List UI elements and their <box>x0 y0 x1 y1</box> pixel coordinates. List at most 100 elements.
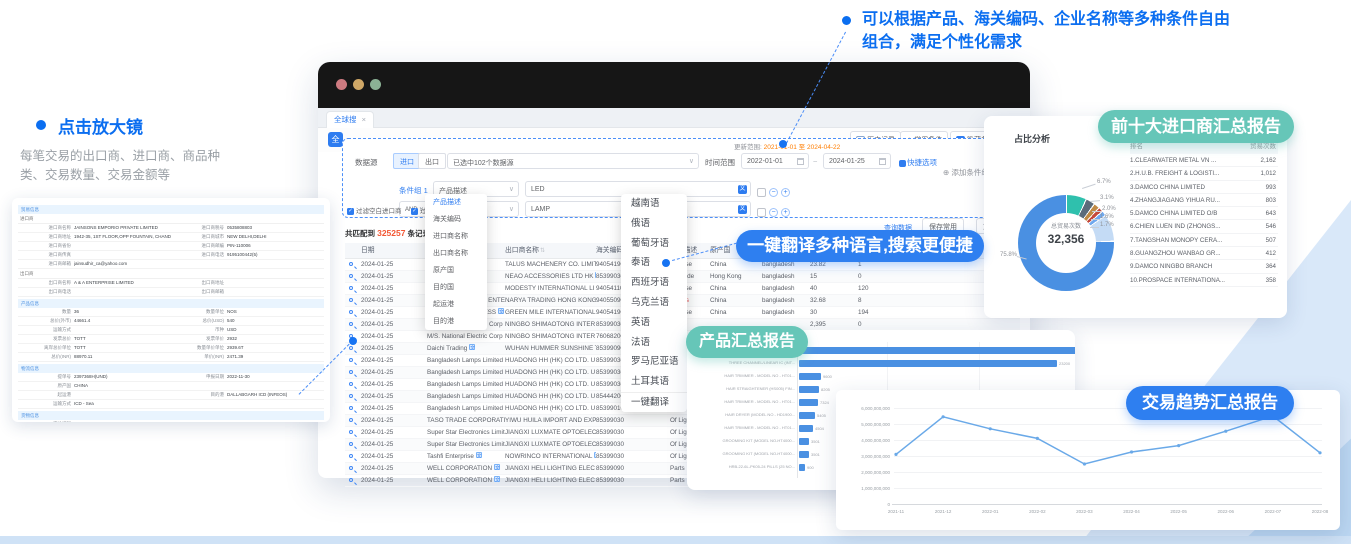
language-dropdown-item[interactable]: 罗马尼亚语 <box>621 352 687 372</box>
bar[interactable] <box>799 360 1057 367</box>
translate-icon[interactable]: 文 <box>494 464 500 470</box>
field-dropdown-item[interactable]: 出口商名称 <box>425 245 487 262</box>
magnifier-icon[interactable] <box>349 322 353 326</box>
magnifier-icon[interactable] <box>349 274 353 278</box>
row-magnifier-button[interactable] <box>345 463 361 474</box>
table-header-cell[interactable]: 出口商名称⇅ <box>505 243 596 258</box>
filter-empty-importer-checkbox[interactable]: ✓过滤空白进口商 <box>347 205 402 215</box>
date-from-input[interactable]: 2022-01-01 <box>741 153 809 169</box>
magnifier-icon[interactable] <box>349 370 353 374</box>
datasource-select[interactable]: 已选中102个数据源 ∨ <box>447 153 699 169</box>
translate-icon[interactable]: 文 <box>738 205 747 214</box>
export-toggle[interactable]: 出口 <box>418 153 446 169</box>
language-dropdown-item[interactable]: 泰语 <box>621 253 687 273</box>
quick-option-link[interactable]: 快捷选项 <box>899 157 937 168</box>
row-magnifier-button[interactable] <box>345 367 361 378</box>
translate-icon[interactable]: 文 <box>494 476 500 482</box>
magnifier-icon[interactable] <box>349 346 353 350</box>
date-to-input[interactable]: 2024-01-25 <box>823 153 891 169</box>
row-magnifier-button[interactable] <box>345 283 361 294</box>
remove-condition-icon[interactable]: − <box>769 188 778 197</box>
language-dropdown-item[interactable]: 法语 <box>621 333 687 353</box>
row-magnifier-button[interactable] <box>345 307 361 318</box>
tab-global-search[interactable]: 全球搜 × <box>326 111 374 128</box>
language-dropdown-item[interactable]: 乌克兰语 <box>621 293 687 313</box>
row-magnifier-button[interactable] <box>345 391 361 402</box>
language-dropdown-item[interactable]: 英语 <box>621 313 687 333</box>
translate-icon[interactable]: 文 <box>498 308 504 314</box>
rank-row[interactable]: 2.H.U.B. FREIGHT & LOGISTI...1,012 <box>1130 167 1278 180</box>
bar[interactable] <box>799 412 815 419</box>
field-dropdown-item[interactable]: 起运港 <box>425 296 487 313</box>
add-group-link[interactable]: ⊕ 添加条件组 <box>943 167 989 178</box>
field-dropdown-item[interactable]: 目的港 <box>425 313 487 330</box>
copy-icon[interactable] <box>757 208 766 217</box>
bar[interactable] <box>799 438 809 445</box>
field-dropdown-item[interactable]: 进口商名称 <box>425 228 487 245</box>
row-magnifier-button[interactable] <box>345 427 361 438</box>
language-dropdown-item[interactable]: 土耳其语 <box>621 372 687 392</box>
row-magnifier-button[interactable] <box>345 403 361 414</box>
magnifier-icon[interactable] <box>349 478 353 482</box>
translate-icon[interactable]: 文 <box>476 452 482 458</box>
magnifier-icon[interactable] <box>349 454 353 458</box>
language-dropdown-item[interactable]: 越南语 <box>621 194 687 214</box>
magnifier-icon[interactable] <box>349 394 353 398</box>
bar[interactable] <box>799 347 1075 354</box>
bar[interactable] <box>799 373 821 380</box>
row-magnifier-button[interactable] <box>345 379 361 390</box>
language-dropdown-item[interactable]: 俄语 <box>621 214 687 234</box>
row-magnifier-button[interactable] <box>345 271 361 282</box>
row-magnifier-button[interactable] <box>345 319 361 330</box>
rank-row[interactable]: 3.DAMCO CHINA LIMITED993 <box>1130 181 1278 194</box>
translate-icon[interactable]: 文 <box>469 344 475 350</box>
maximize-window-button[interactable] <box>370 79 381 90</box>
rank-row[interactable]: 7.TANGSHAN MONOPY CERA...507 <box>1130 234 1278 247</box>
bar[interactable] <box>799 451 809 458</box>
connector-detail-dot[interactable] <box>349 337 357 345</box>
bar[interactable] <box>799 464 805 471</box>
bar[interactable] <box>799 386 819 393</box>
rank-row[interactable]: 6.CHIEN LUEN IND (ZHONGS...546 <box>1130 220 1278 233</box>
rank-row[interactable]: 1.CLEARWATER METAL VN ...2,162 <box>1130 154 1278 167</box>
add-condition-icon[interactable]: + <box>781 208 790 217</box>
field-dropdown-item[interactable]: 海关编码 <box>425 211 487 228</box>
row-magnifier-button[interactable] <box>345 451 361 462</box>
row-magnifier-button[interactable] <box>345 295 361 306</box>
row-magnifier-button[interactable] <box>345 415 361 426</box>
magnifier-icon[interactable] <box>349 466 353 470</box>
language-dropdown-item[interactable]: 一键翻译 <box>621 392 687 412</box>
sort-icon[interactable]: ⇅ <box>540 248 545 254</box>
magnifier-icon[interactable] <box>349 406 353 410</box>
row-magnifier-button[interactable] <box>345 475 361 486</box>
bar[interactable] <box>799 399 818 406</box>
add-condition-icon[interactable]: + <box>781 188 790 197</box>
rank-row[interactable]: 4.ZHANGJIAGANG YIHUA RU...803 <box>1130 194 1278 207</box>
magnifier-icon[interactable] <box>349 298 353 302</box>
minimize-window-button[interactable] <box>353 79 364 90</box>
translate-icon[interactable]: 文 <box>738 185 747 194</box>
tab-close-icon[interactable]: × <box>362 115 366 124</box>
row-magnifier-button[interactable] <box>345 439 361 450</box>
magnifier-icon[interactable] <box>349 286 353 290</box>
import-toggle[interactable]: 进口 <box>393 153 421 169</box>
magnifier-icon[interactable] <box>349 442 353 446</box>
rank-row[interactable]: 8.GUANGZHOU WANBAO GR...412 <box>1130 247 1278 260</box>
magnifier-icon[interactable] <box>349 262 353 266</box>
field-dropdown-item[interactable]: 产品描述 <box>425 194 487 211</box>
table-header-cell[interactable]: 日期 <box>361 243 427 258</box>
rank-row[interactable]: 10.PROSPACE INTERNATIONA...358 <box>1130 274 1278 287</box>
magnifier-icon[interactable] <box>349 358 353 362</box>
bar[interactable] <box>799 425 813 432</box>
magnifier-icon[interactable] <box>349 310 353 314</box>
remove-condition-icon[interactable]: − <box>769 208 778 217</box>
close-window-button[interactable] <box>336 79 347 90</box>
language-dropdown-item[interactable]: 西班牙语 <box>621 273 687 293</box>
table-header-cell[interactable] <box>345 243 361 258</box>
rank-row[interactable]: 5.DAMCO CHINA LIMITED O/B643 <box>1130 207 1278 220</box>
magnifier-icon[interactable] <box>349 430 353 434</box>
magnifier-icon[interactable] <box>349 418 353 422</box>
field-dropdown-item[interactable]: 原产国 <box>425 262 487 279</box>
row-magnifier-button[interactable] <box>345 259 361 270</box>
field-dropdown-item[interactable]: 目的国 <box>425 279 487 296</box>
